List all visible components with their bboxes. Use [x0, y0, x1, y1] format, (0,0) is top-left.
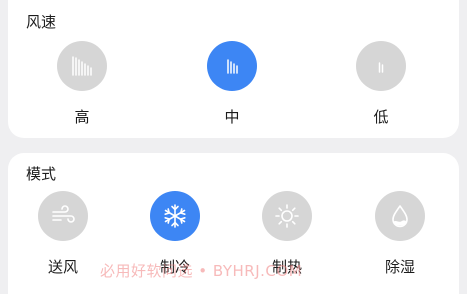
mode-heat-button[interactable]	[262, 191, 312, 241]
mode-heat-label: 制热	[271, 258, 302, 276]
fan-speed-low-button[interactable]	[356, 41, 406, 91]
mode-fan-option[interactable]: 送风	[33, 191, 93, 276]
mode-cool-option[interactable]: 制冷	[145, 191, 205, 276]
fan-speed-high-button[interactable]	[57, 41, 107, 91]
wind-icon	[52, 205, 75, 223]
fan-speed-high-label: 高	[74, 108, 90, 126]
droplet-icon	[392, 205, 408, 228]
fan-speed-card: 风速 高 中 低	[8, 0, 459, 138]
mode-dry-button[interactable]	[375, 191, 425, 241]
mode-dry-option[interactable]: 除湿	[370, 191, 430, 276]
fan-speed-low-option[interactable]: 低	[351, 41, 411, 126]
mode-cool-button[interactable]	[150, 191, 200, 241]
mode-dry-label: 除湿	[384, 258, 415, 276]
mode-cool-label: 制冷	[159, 258, 190, 276]
fan-speed-medium-option[interactable]: 中	[202, 41, 262, 126]
mode-fan-button[interactable]	[38, 191, 88, 241]
fan-speed-low-label: 低	[373, 108, 389, 126]
fan-speed-medium-label: 中	[224, 108, 240, 126]
snowflake-icon	[164, 204, 186, 228]
mode-title: 模式	[26, 165, 57, 183]
fan-speed-high-option[interactable]: 高	[52, 41, 112, 126]
fan-speed-high-icon	[72, 56, 92, 76]
fan-speed-title: 风速	[26, 13, 57, 31]
mode-card: 模式 送风 制冷 制热 除湿	[8, 153, 459, 294]
fan-speed-medium-button[interactable]	[207, 41, 257, 91]
sun-icon	[275, 204, 299, 228]
fan-speed-medium-icon	[227, 59, 238, 74]
mode-heat-option[interactable]: 制热	[257, 191, 317, 276]
fan-speed-low-icon	[378, 62, 384, 73]
mode-fan-label: 送风	[47, 258, 78, 276]
